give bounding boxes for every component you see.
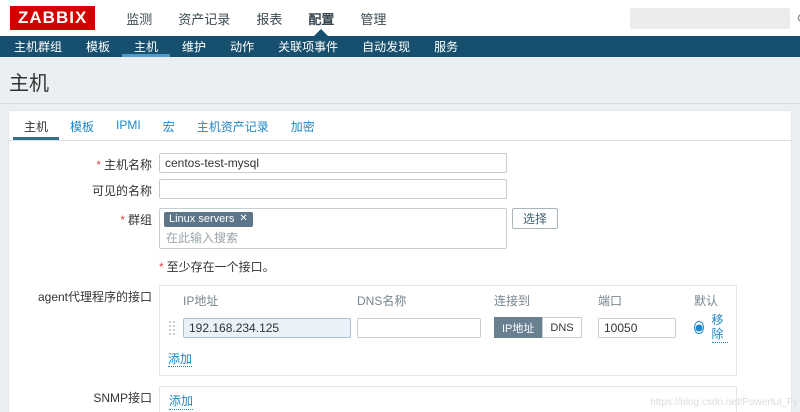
interface-ip-input[interactable] (183, 318, 351, 338)
zabbix-logo[interactable]: ZABBIX (10, 6, 95, 30)
required-asterisk: * (159, 260, 164, 274)
connect-to-toggle: IP地址 DNS (494, 317, 582, 338)
agent-interface-row: IP地址 DNS 移除 (168, 313, 728, 343)
required-asterisk: * (120, 213, 125, 227)
menu-configuration[interactable]: 配置 (295, 0, 347, 36)
connect-to-header: 连接到 (494, 292, 584, 309)
nav-maintenance[interactable]: 维护 (170, 36, 218, 57)
tab-ipmi[interactable]: IPMI (105, 111, 152, 140)
tab-macros[interactable]: 宏 (152, 111, 186, 140)
form-tabs: 主机 模板 IPMI 宏 主机资产记录 加密 (9, 111, 791, 141)
chip-remove-icon[interactable]: ✕ (239, 214, 247, 224)
sub-nav: 主机群组 模板 主机 维护 动作 关联项事件 自动发现 服务 (0, 36, 800, 57)
host-form: *主机名称 可见的名称 *群组 Linux servers ✕ 在此输入搜索 选… (9, 141, 791, 412)
top-header: ZABBIX 监测 资产记录 报表 配置 管理 (0, 0, 800, 36)
visible-name-input[interactable] (159, 179, 507, 199)
default-header: 默认 (694, 292, 728, 309)
menu-monitoring[interactable]: 监测 (113, 0, 165, 36)
default-interface-radio[interactable] (694, 321, 704, 334)
host-form-card: 主机 模板 IPMI 宏 主机资产记录 加密 *主机名称 可见的名称 *群组 L (8, 110, 792, 412)
nav-hosts[interactable]: 主机 (122, 36, 170, 57)
nav-templates[interactable]: 模板 (74, 36, 122, 57)
groups-search-placeholder[interactable]: 在此输入搜索 (164, 227, 502, 246)
tab-host-inventory[interactable]: 主机资产记录 (186, 111, 280, 140)
visible-name-label: 可见的名称 (9, 179, 159, 199)
remove-interface-link[interactable]: 移除 (712, 313, 728, 343)
groups-select-button[interactable]: 选择 (512, 208, 558, 229)
title-row: 主机 (0, 57, 800, 104)
tab-templates[interactable]: 模板 (59, 111, 105, 140)
groups-multiselect[interactable]: Linux servers ✕ 在此输入搜索 (159, 208, 507, 249)
host-name-input[interactable] (159, 153, 507, 173)
tab-encryption[interactable]: 加密 (280, 111, 326, 140)
nav-host-groups[interactable]: 主机群组 (2, 36, 74, 57)
group-chip-label: Linux servers (169, 213, 234, 225)
agent-interfaces-box: IP地址 DNS名称 连接到 端口 默认 IP地址 DNS (159, 285, 737, 376)
nav-event-correlation[interactable]: 关联项事件 (266, 36, 350, 57)
required-asterisk: * (96, 158, 101, 172)
tab-host[interactable]: 主机 (13, 111, 59, 140)
menu-configuration-label: 配置 (308, 9, 334, 28)
ip-header: IP地址 (183, 292, 351, 309)
connect-ip-toggle-button[interactable]: IP地址 (494, 317, 542, 338)
top-menu: 监测 资产记录 报表 配置 管理 (113, 0, 399, 36)
search-input[interactable] (630, 8, 797, 29)
groups-label: *群组 (9, 208, 159, 249)
drag-handle-icon[interactable] (168, 320, 176, 336)
page-title: 主机 (9, 67, 791, 96)
nav-actions[interactable]: 动作 (218, 36, 266, 57)
menu-administration[interactable]: 管理 (347, 0, 399, 36)
snmp-interfaces-box: 添加 (159, 386, 737, 412)
global-search[interactable] (630, 8, 790, 29)
agent-interfaces-label: agent代理程序的接口 (9, 285, 159, 376)
interface-dns-input[interactable] (357, 318, 481, 338)
active-menu-caret-icon (314, 29, 328, 36)
dns-header: DNS名称 (357, 292, 481, 309)
nav-discovery[interactable]: 自动发现 (350, 36, 422, 57)
nav-services[interactable]: 服务 (422, 36, 470, 57)
add-agent-interface-link[interactable]: 添加 (168, 352, 192, 367)
host-name-label: *主机名称 (9, 153, 159, 173)
menu-reports[interactable]: 报表 (243, 0, 295, 36)
add-snmp-interface-link[interactable]: 添加 (169, 394, 193, 409)
interface-column-headers: IP地址 DNS名称 连接到 端口 默认 (168, 292, 728, 309)
connect-dns-toggle-button[interactable]: DNS (542, 317, 581, 338)
port-header: 端口 (598, 292, 676, 309)
snmp-interfaces-label: SNMP接口 (9, 386, 159, 412)
group-chip: Linux servers ✕ (164, 212, 253, 227)
interface-required-note: *至少存在一个接口。 (159, 255, 275, 275)
interface-port-input[interactable] (598, 318, 676, 338)
menu-inventory[interactable]: 资产记录 (165, 0, 243, 36)
